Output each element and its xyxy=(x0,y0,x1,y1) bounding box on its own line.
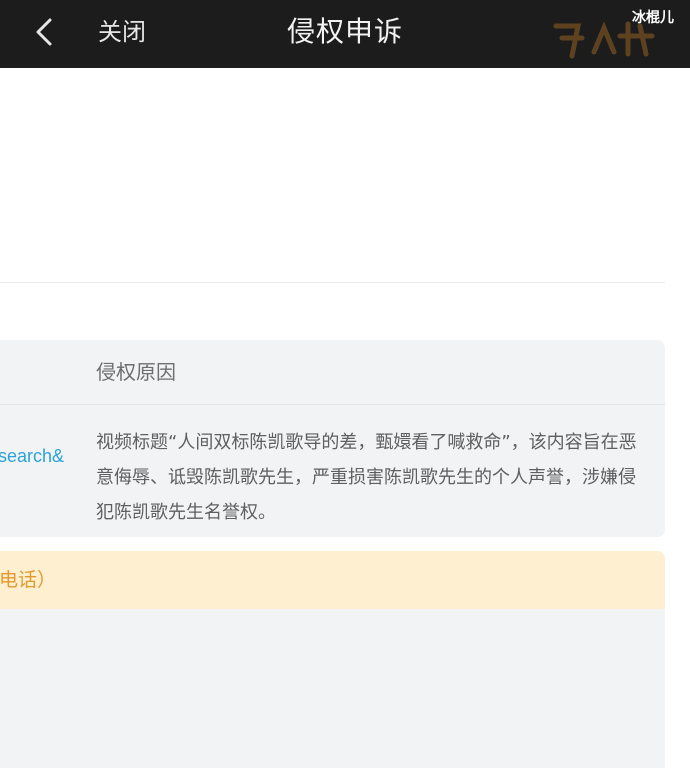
notice-text: 电话） xyxy=(0,569,57,591)
reason-description: 视频标题“人间双标陈凯歌导的差，甄嬛看了喊救命”，该内容旨在恶意侮辱、诋毁陈凯歌… xyxy=(96,432,637,523)
card-header: 侵权原因 xyxy=(0,340,665,405)
notice-banner: 电话） xyxy=(0,551,665,609)
top-navigation-bar: 关闭 侵权申诉 冰棍儿 xyxy=(0,0,690,68)
watermark-label: 冰棍儿 xyxy=(632,10,674,26)
content-link[interactable]: search& xyxy=(0,444,64,468)
reason-label: 侵权原因 xyxy=(96,360,176,384)
section-divider xyxy=(0,282,665,283)
complaint-reason-card: 侵权原因 search& 视频标题“人间双标陈凯歌导的差，甄嬛看了喊救命”，该内… xyxy=(0,340,665,537)
content-panel xyxy=(0,609,665,768)
